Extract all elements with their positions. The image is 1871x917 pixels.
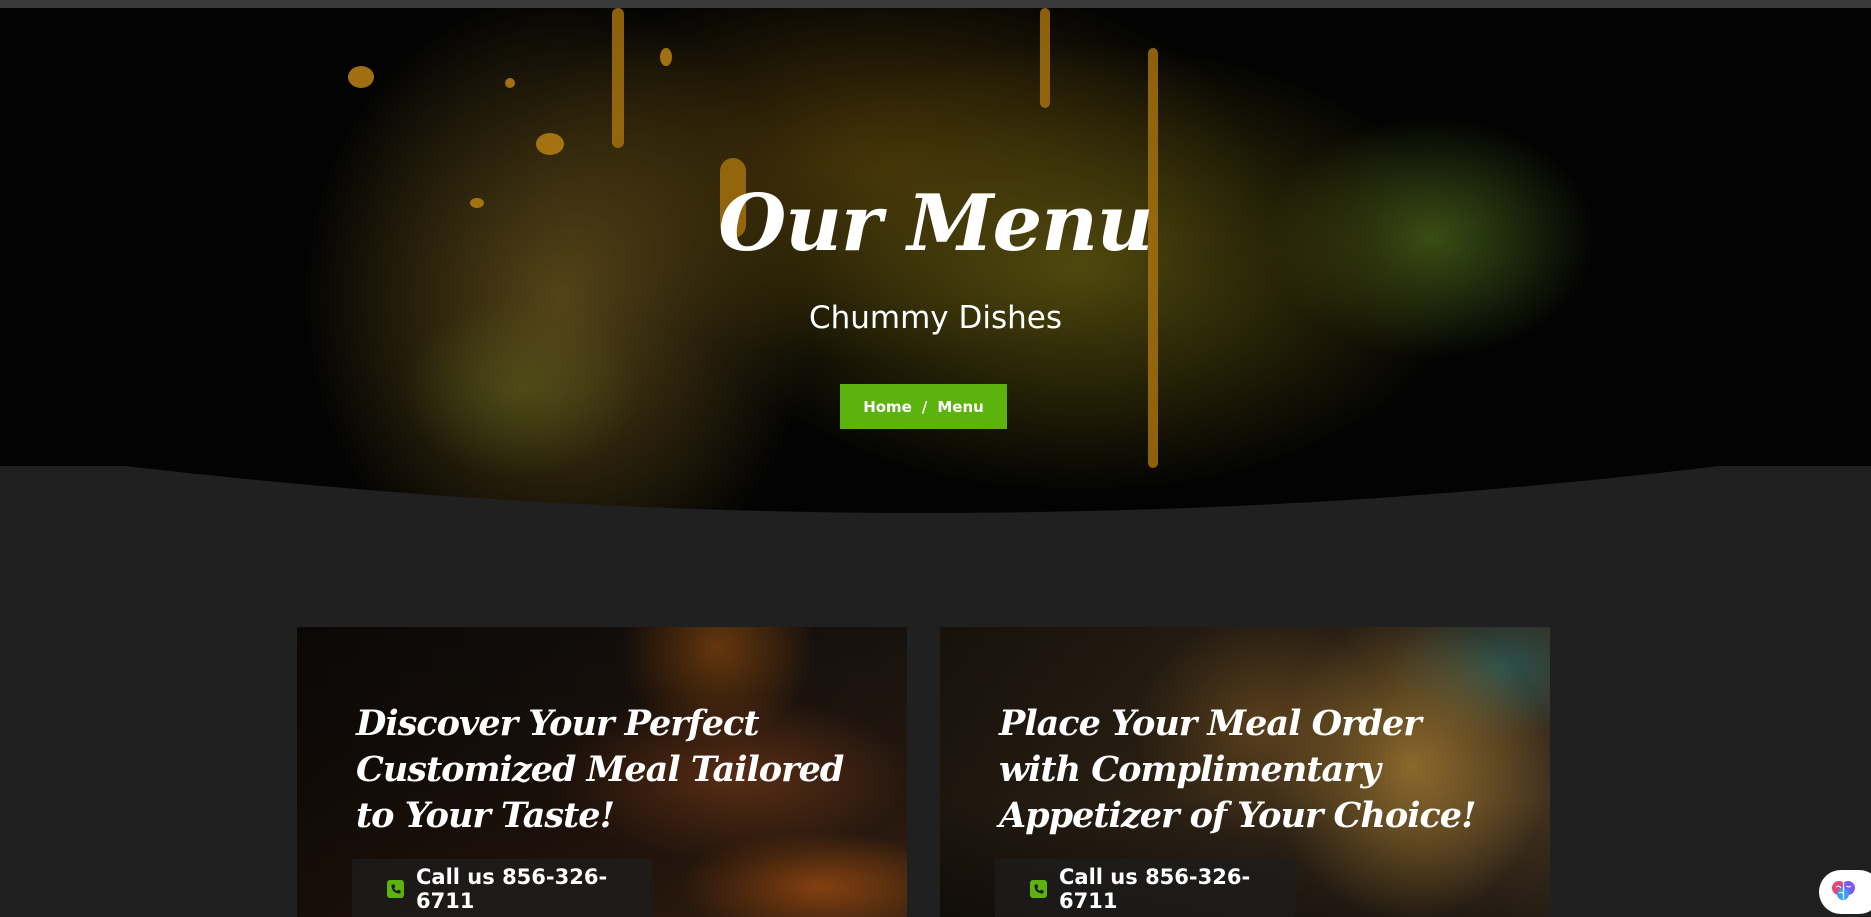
phone-icon	[1030, 880, 1048, 898]
breadcrumb-separator: /	[921, 397, 928, 416]
breadcrumb-current: Menu	[937, 397, 984, 416]
call-us-button[interactable]: Call us 856-326-6711	[352, 859, 652, 917]
brain-icon	[1831, 878, 1857, 907]
promo-card-custom-meal: Discover Your Perfect Customized Meal Ta…	[297, 627, 907, 917]
promo-card-complimentary-appetizer: Place Your Meal Order with Complimentary…	[940, 627, 1550, 917]
page-subtitle: Chummy Dishes	[808, 300, 1063, 336]
promo-card-title: Discover Your Perfect Customized Meal Ta…	[356, 703, 844, 836]
phone-icon	[387, 880, 405, 898]
breadcrumb: Home / Menu	[840, 384, 1007, 429]
page-title: Our Menu	[718, 178, 1153, 269]
call-us-label: Call us 856-326-6711	[1059, 865, 1251, 913]
floating-assistant-button[interactable]	[1819, 870, 1871, 914]
call-us-label: Call us 856-326-6711	[416, 865, 608, 913]
promo-card-title: Place Your Meal Order with Complimentary…	[999, 703, 1476, 836]
breadcrumb-home-link[interactable]: Home	[863, 398, 912, 416]
call-us-button[interactable]: Call us 856-326-6711	[995, 859, 1295, 917]
